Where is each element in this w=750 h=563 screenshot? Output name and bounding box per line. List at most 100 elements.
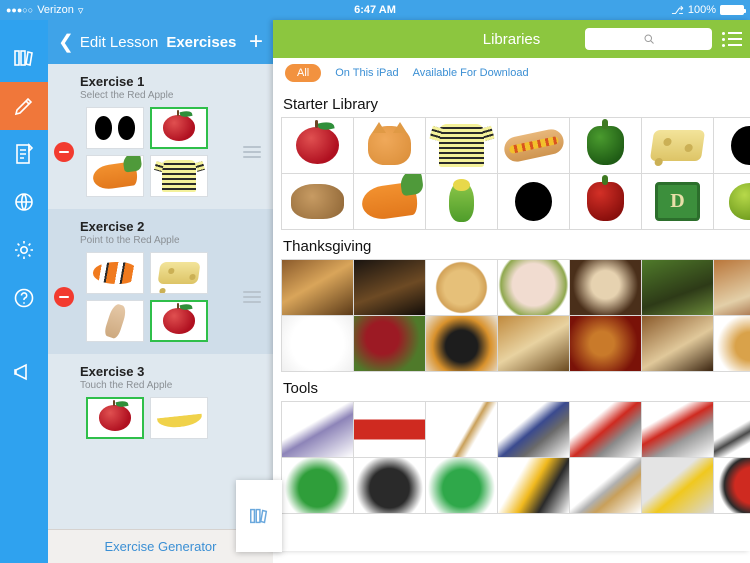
library-item[interactable]	[714, 458, 750, 513]
library-item[interactable]	[498, 174, 569, 229]
library-item[interactable]	[642, 260, 713, 315]
status-bar: ●●●○○ Verizon ▿ 6:47 AM ⎇ 100%	[0, 0, 750, 20]
announcements-rail-icon[interactable]	[0, 348, 48, 396]
list-view-icon[interactable]	[722, 31, 742, 47]
filter-all[interactable]: All	[285, 64, 322, 82]
library-item[interactable]	[426, 402, 497, 457]
exercise-tile[interactable]	[150, 252, 208, 294]
pumpkin-latte-image	[570, 260, 641, 315]
exercise-tile[interactable]	[86, 252, 144, 294]
library-item[interactable]	[282, 316, 353, 371]
library-item[interactable]	[642, 118, 713, 173]
section-grid-thanksgiving	[281, 259, 750, 372]
exercise-generator-link[interactable]: Exercise Generator	[105, 539, 217, 554]
cheese-icon	[151, 253, 207, 293]
lessons-rail-icon[interactable]	[0, 130, 48, 178]
exercise-tile[interactable]	[86, 107, 144, 149]
edit-rail-icon[interactable]	[0, 82, 48, 130]
library-item[interactable]: D	[642, 174, 713, 229]
library-item[interactable]	[570, 260, 641, 315]
library-popover-button[interactable]	[236, 480, 282, 552]
library-item[interactable]	[714, 402, 750, 457]
library-item[interactable]	[498, 316, 569, 371]
carved-turkey-image	[642, 316, 713, 371]
web-rail-icon[interactable]	[0, 178, 48, 226]
help-rail-icon[interactable]	[0, 274, 48, 322]
search-input[interactable]	[585, 28, 712, 50]
exercise-tile-selected[interactable]	[86, 397, 144, 439]
library-item[interactable]	[570, 174, 641, 229]
library-filter-tabs: All On This iPad Available For Download	[273, 58, 750, 88]
battery-icon	[720, 5, 746, 15]
tin-snips-image	[498, 402, 569, 457]
library-item[interactable]	[498, 118, 569, 173]
black-circle-icon	[714, 118, 750, 173]
section-title: Thanksgiving	[283, 238, 372, 255]
exercise-tile[interactable]	[150, 397, 208, 439]
library-item[interactable]	[714, 174, 750, 229]
library-item[interactable]	[498, 458, 569, 513]
filter-available-for-download[interactable]: Available For Download	[413, 67, 529, 79]
library-item[interactable]	[354, 402, 425, 457]
library-rail-icon[interactable]	[0, 34, 48, 82]
battery-percent-label: 100%	[687, 4, 716, 16]
delete-exercise-button[interactable]	[54, 287, 74, 307]
corn-bouquet-image	[714, 316, 750, 371]
library-item[interactable]	[354, 458, 425, 513]
add-exercise-button[interactable]: +	[249, 30, 263, 54]
ear-protection-image	[714, 458, 750, 513]
library-item[interactable]	[426, 316, 497, 371]
library-item[interactable]	[642, 402, 713, 457]
clock-label: 6:47 AM	[354, 4, 396, 16]
library-item[interactable]	[282, 402, 353, 457]
lime-icon	[714, 174, 750, 229]
back-button-label[interactable]: Edit Lesson	[80, 34, 158, 51]
library-item[interactable]	[354, 118, 425, 173]
exercise-tile-selected[interactable]	[150, 107, 208, 149]
exercise-card[interactable]: Exercise 2 Point to the Red Apple	[48, 209, 273, 354]
back-chevron-icon[interactable]: ❮	[58, 33, 74, 52]
exercise-title: Exercise 2	[80, 219, 145, 234]
library-item[interactable]	[642, 316, 713, 371]
library-item[interactable]	[426, 458, 497, 513]
exercise-card[interactable]: Exercise 3 Touch the Red Apple	[48, 354, 273, 451]
reorder-grip[interactable]	[243, 291, 261, 303]
library-item[interactable]	[714, 316, 750, 371]
exercise-tile[interactable]	[150, 155, 208, 197]
library-item[interactable]	[282, 118, 353, 173]
library-item[interactable]	[426, 174, 497, 229]
signal-strength-icon: ●●●○○	[6, 5, 34, 15]
letter-d-block-icon: D	[642, 174, 713, 229]
library-item[interactable]	[354, 316, 425, 371]
library-item[interactable]	[426, 260, 497, 315]
library-item[interactable]	[570, 458, 641, 513]
exercise-tile-selected[interactable]	[150, 300, 208, 342]
library-item[interactable]	[570, 118, 641, 173]
filter-on-this-ipad[interactable]: On This iPad	[335, 67, 398, 79]
library-item[interactable]	[570, 316, 641, 371]
library-item[interactable]	[282, 260, 353, 315]
library-item[interactable]	[642, 458, 713, 513]
pilgrim-hat-image	[426, 316, 497, 371]
bluetooth-icon: ⎇	[671, 4, 684, 17]
exercise-tile[interactable]	[86, 300, 144, 342]
exercise-card[interactable]: Exercise 1 Select the Red Apple	[48, 64, 273, 209]
library-item[interactable]	[498, 402, 569, 457]
delete-exercise-button[interactable]	[54, 142, 74, 162]
library-item[interactable]	[498, 260, 569, 315]
raw-turkey-image	[498, 260, 569, 315]
library-item[interactable]	[714, 260, 750, 315]
library-item[interactable]	[714, 118, 750, 173]
apple-icon	[88, 399, 142, 437]
reorder-grip[interactable]	[243, 146, 261, 158]
settings-rail-icon[interactable]	[0, 226, 48, 274]
library-item[interactable]	[426, 118, 497, 173]
library-item[interactable]	[354, 260, 425, 315]
library-scroll-area[interactable]: Starter Library D Thanksgiving Tools	[273, 88, 750, 551]
library-item[interactable]	[570, 402, 641, 457]
harvest-table-image	[282, 260, 353, 315]
library-item[interactable]	[282, 458, 353, 513]
library-item[interactable]	[282, 174, 353, 229]
exercise-tile[interactable]	[86, 155, 144, 197]
library-item[interactable]	[354, 174, 425, 229]
